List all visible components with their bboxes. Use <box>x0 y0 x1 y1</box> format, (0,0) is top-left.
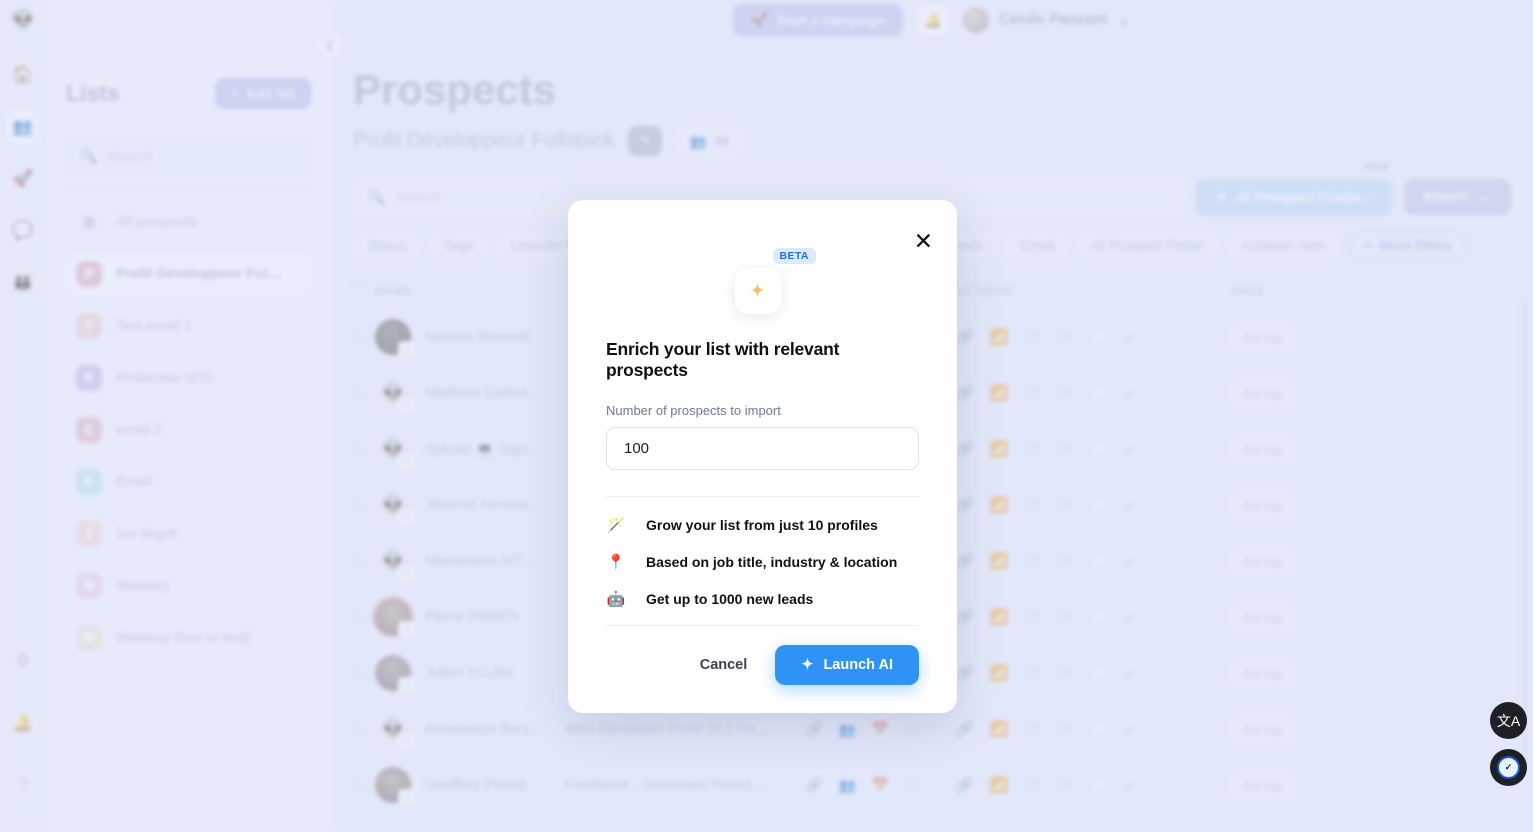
enrich-list-modal: ✕ BETA ✦ Enrich your list with relevant … <box>568 200 957 713</box>
chat-icon: ✓ <box>1497 756 1520 779</box>
feature-label: Grow your list from just 10 profiles <box>646 517 878 533</box>
cancel-button[interactable]: Cancel <box>694 647 754 683</box>
feature-list: 🪄 Grow your list from just 10 profiles 📍… <box>606 516 919 608</box>
close-icon[interactable]: ✕ <box>914 230 933 253</box>
modal-divider <box>606 496 919 497</box>
translate-icon: 文A <box>1496 712 1521 729</box>
modal-footer: Cancel ✦ Launch AI <box>606 625 919 685</box>
beta-badge: BETA <box>772 248 816 264</box>
feature-item-based-on: 📍 Based on job title, industry & locatio… <box>606 553 919 571</box>
robot-icon: 🤖 <box>606 591 626 608</box>
feature-item-grow: 🪄 Grow your list from just 10 profiles <box>606 516 919 534</box>
sparkle-icon: ✦ <box>801 657 814 673</box>
translate-widget-button[interactable]: 文A <box>1490 702 1527 739</box>
feature-item-leads: 🤖 Get up to 1000 new leads <box>606 590 919 608</box>
launch-ai-button[interactable]: ✦ Launch AI <box>775 645 919 685</box>
feature-label: Get up to 1000 new leads <box>646 591 814 607</box>
modal-title: Enrich your list with relevant prospects <box>606 339 840 380</box>
feature-label: Based on job title, industry & location <box>646 554 898 570</box>
prospects-count-input[interactable]: 100 <box>606 427 919 470</box>
sparkles-icon: ✦ <box>734 268 781 314</box>
prospects-count-label: Number of prospects to import <box>606 403 781 418</box>
prospects-count-value: 100 <box>624 440 650 457</box>
location-pin-icon: 📍 <box>606 554 626 571</box>
magic-wand-icon: 🪄 <box>606 517 626 534</box>
support-chat-button[interactable]: ✓ <box>1490 749 1527 786</box>
launch-ai-label: Launch AI <box>823 657 893 673</box>
